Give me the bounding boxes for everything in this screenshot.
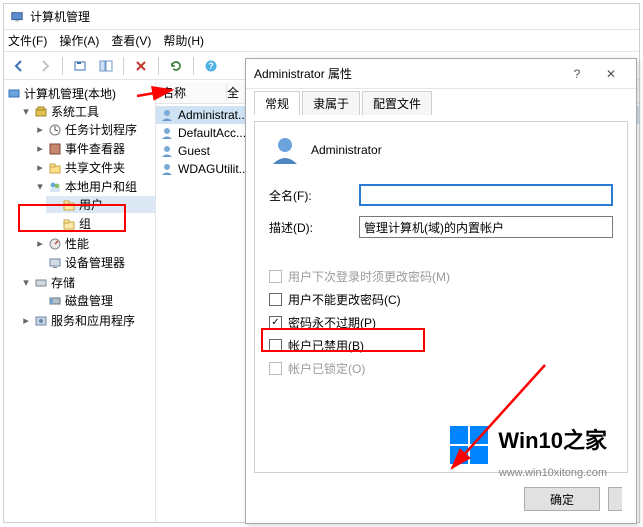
annotation-arrows: [0, 0, 643, 527]
